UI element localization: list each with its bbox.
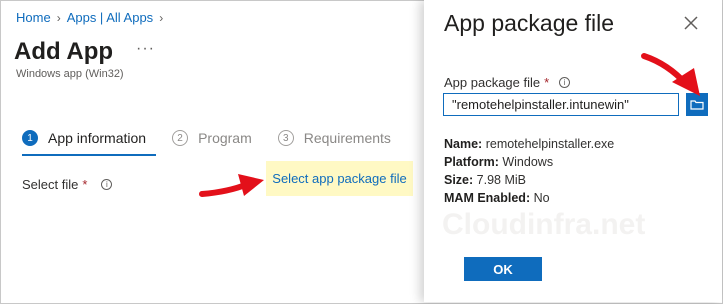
more-options-button[interactable]: ··· (136, 40, 155, 58)
info-icon[interactable]: i (559, 77, 571, 88)
required-mark: * (544, 75, 550, 90)
breadcrumb: Home › Apps | All Apps › (16, 10, 163, 25)
close-icon[interactable] (682, 14, 700, 32)
active-step-indicator (22, 154, 156, 156)
breadcrumb-apps[interactable]: Apps | All Apps (67, 10, 154, 25)
step-program[interactable]: 2 Program (172, 130, 252, 146)
step-label: Requirements (303, 130, 391, 146)
breadcrumb-home[interactable]: Home (16, 10, 51, 25)
wizard-steps: 1 App information 2 Program 3 Requiremen… (22, 130, 417, 146)
panel-title: App package file (444, 10, 615, 36)
package-details: Name: remotehelpinstaller.exe Platform: … (444, 135, 614, 207)
chevron-right-icon: › (56, 10, 61, 25)
watermark: Cloudinfra.net (442, 208, 646, 241)
step-number: 1 (22, 130, 38, 146)
detail-mam: MAM Enabled: No (444, 191, 550, 205)
annotation-arrow-icon (641, 53, 700, 96)
info-icon[interactable]: i (101, 179, 113, 190)
select-app-package-file-link[interactable]: Select app package file (266, 161, 413, 196)
step-app-information[interactable]: 1 App information (22, 130, 146, 146)
step-number: 2 (172, 130, 189, 146)
step-label: App information (48, 130, 147, 146)
required-mark: * (82, 177, 88, 192)
detail-platform: Platform: Windows (444, 155, 554, 169)
package-file-label-text: App package file (444, 75, 541, 90)
ok-button[interactable]: OK (464, 257, 542, 281)
select-file-label: Select file * i (22, 177, 113, 192)
detail-size: Size: 7.98 MiB (444, 173, 527, 187)
step-label: Program (198, 130, 252, 146)
chevron-right-icon: › (159, 10, 164, 25)
annotation-arrow-icon (199, 174, 264, 197)
step-requirements[interactable]: 3 Requirements (277, 130, 391, 146)
step-number: 3 (277, 130, 294, 146)
folder-icon (690, 100, 704, 110)
package-file-label: App package file * i (444, 75, 571, 90)
page-title: Add App (14, 38, 114, 65)
detail-name: Name: remotehelpinstaller.exe (444, 137, 615, 151)
select-file-text: Select file (22, 177, 79, 192)
app-package-file-panel: App package file App package file * i "r… (424, 0, 722, 302)
page-subtitle: Windows app (Win32) (16, 68, 124, 80)
